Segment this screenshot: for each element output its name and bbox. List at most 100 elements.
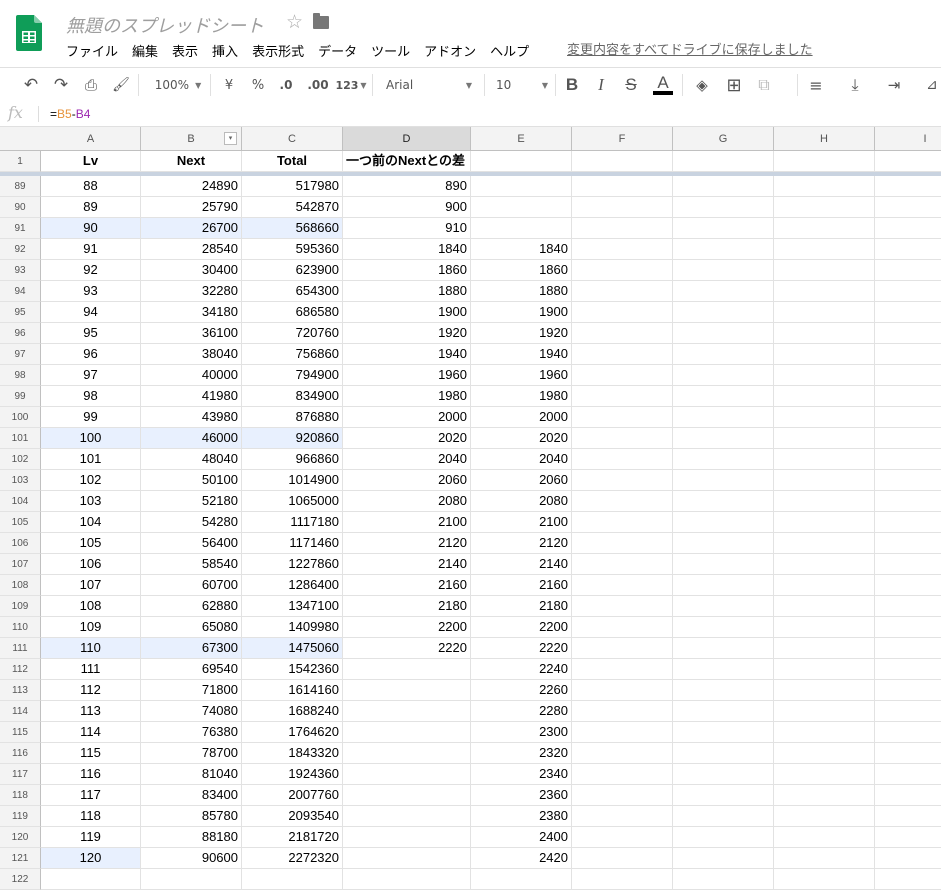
cell-c[interactable]: 1924360 bbox=[242, 764, 343, 785]
cell-h[interactable] bbox=[774, 575, 875, 596]
row-header[interactable]: 91 bbox=[0, 218, 41, 239]
cell-d[interactable] bbox=[343, 848, 471, 869]
cell-a[interactable]: 92 bbox=[41, 260, 141, 281]
cell-c[interactable]: 1475060 bbox=[242, 638, 343, 659]
cell-g[interactable] bbox=[673, 659, 774, 680]
cell-f[interactable] bbox=[572, 743, 673, 764]
cell-c[interactable]: 686580 bbox=[242, 302, 343, 323]
row-header[interactable]: 115 bbox=[0, 722, 41, 743]
cell-d[interactable]: 1980 bbox=[343, 386, 471, 407]
cell-f[interactable] bbox=[572, 323, 673, 344]
cell-g[interactable] bbox=[673, 722, 774, 743]
cell-i[interactable] bbox=[875, 533, 941, 554]
menu-help[interactable]: ヘルプ bbox=[490, 41, 529, 60]
cell-g[interactable] bbox=[673, 344, 774, 365]
cell-c[interactable]: 568660 bbox=[242, 218, 343, 239]
cell-i[interactable] bbox=[875, 365, 941, 386]
cell-e[interactable] bbox=[471, 197, 572, 218]
cell-b[interactable]: 36100 bbox=[141, 323, 242, 344]
menu-view[interactable]: 表示 bbox=[172, 41, 198, 60]
cell-g[interactable] bbox=[673, 449, 774, 470]
cell-a[interactable]: 100 bbox=[41, 428, 141, 449]
cell-e[interactable]: 2100 bbox=[471, 512, 572, 533]
cell-a[interactable]: 102 bbox=[41, 470, 141, 491]
cell-i[interactable] bbox=[875, 764, 941, 785]
cell-i[interactable] bbox=[875, 344, 941, 365]
cell-b[interactable]: Next bbox=[141, 151, 242, 172]
row-header[interactable]: 122 bbox=[0, 869, 41, 890]
cell-a[interactable]: 98 bbox=[41, 386, 141, 407]
row-header[interactable]: 111 bbox=[0, 638, 41, 659]
cell-d[interactable]: 1860 bbox=[343, 260, 471, 281]
cell-b[interactable]: 78700 bbox=[141, 743, 242, 764]
borders-icon[interactable]: ⊞ bbox=[722, 68, 746, 102]
cell-f[interactable] bbox=[572, 281, 673, 302]
cell-e[interactable]: 1980 bbox=[471, 386, 572, 407]
cell-c[interactable]: 1347100 bbox=[242, 596, 343, 617]
row-header[interactable]: 99 bbox=[0, 386, 41, 407]
cell-a[interactable]: 109 bbox=[41, 617, 141, 638]
cell-a[interactable]: 120 bbox=[41, 848, 141, 869]
cell-h[interactable] bbox=[774, 680, 875, 701]
bold-icon[interactable]: B bbox=[560, 68, 584, 102]
cell-h[interactable] bbox=[774, 869, 875, 890]
row-header[interactable]: 113 bbox=[0, 680, 41, 701]
menu-data[interactable]: データ bbox=[318, 41, 357, 60]
currency-button[interactable]: ¥ bbox=[220, 68, 238, 102]
cell-f[interactable] bbox=[572, 701, 673, 722]
cell-a[interactable]: 110 bbox=[41, 638, 141, 659]
cell-i[interactable] bbox=[875, 722, 941, 743]
cell-e[interactable]: 1900 bbox=[471, 302, 572, 323]
cell-g[interactable] bbox=[673, 470, 774, 491]
cell-a[interactable]: 93 bbox=[41, 281, 141, 302]
row-header[interactable]: 98 bbox=[0, 365, 41, 386]
cell-f[interactable] bbox=[572, 151, 673, 172]
menu-format[interactable]: 表示形式 bbox=[252, 41, 304, 60]
cell-e[interactable]: 2040 bbox=[471, 449, 572, 470]
cell-c[interactable]: 1065000 bbox=[242, 491, 343, 512]
cell-f[interactable] bbox=[572, 302, 673, 323]
row-header[interactable]: 108 bbox=[0, 575, 41, 596]
cell-a[interactable]: 105 bbox=[41, 533, 141, 554]
redo-icon[interactable]: ↷ bbox=[49, 68, 73, 102]
cell-a[interactable]: 101 bbox=[41, 449, 141, 470]
cell-g[interactable] bbox=[673, 197, 774, 218]
cell-f[interactable] bbox=[572, 407, 673, 428]
cell-a[interactable]: 115 bbox=[41, 743, 141, 764]
cell-b[interactable]: 28540 bbox=[141, 239, 242, 260]
row-header[interactable]: 106 bbox=[0, 533, 41, 554]
cell-e[interactable]: 2240 bbox=[471, 659, 572, 680]
cell-h[interactable] bbox=[774, 722, 875, 743]
cell-f[interactable] bbox=[572, 785, 673, 806]
cell-b[interactable]: 25790 bbox=[141, 197, 242, 218]
cell-a[interactable]: 89 bbox=[41, 197, 141, 218]
cell-a[interactable]: 88 bbox=[41, 176, 141, 197]
cell-c[interactable]: 834900 bbox=[242, 386, 343, 407]
cell-d[interactable] bbox=[343, 680, 471, 701]
cell-h[interactable] bbox=[774, 596, 875, 617]
cell-e[interactable]: 1880 bbox=[471, 281, 572, 302]
cell-i[interactable] bbox=[875, 428, 941, 449]
cell-c[interactable]: 920860 bbox=[242, 428, 343, 449]
cell-e[interactable]: 1840 bbox=[471, 239, 572, 260]
cell-h[interactable] bbox=[774, 470, 875, 491]
cell-h[interactable] bbox=[774, 512, 875, 533]
cell-c[interactable]: 542870 bbox=[242, 197, 343, 218]
cell-f[interactable] bbox=[572, 449, 673, 470]
cell-h[interactable] bbox=[774, 428, 875, 449]
column-header-d[interactable]: D bbox=[343, 127, 471, 150]
cell-h[interactable] bbox=[774, 239, 875, 260]
cell-e[interactable]: 2060 bbox=[471, 470, 572, 491]
text-rotation-icon[interactable]: ⊿ bbox=[920, 68, 941, 102]
row-header[interactable]: 119 bbox=[0, 806, 41, 827]
cell-d[interactable]: 2220 bbox=[343, 638, 471, 659]
cell-h[interactable] bbox=[774, 701, 875, 722]
row-header[interactable]: 90 bbox=[0, 197, 41, 218]
cell-f[interactable] bbox=[572, 197, 673, 218]
cell-e[interactable] bbox=[471, 176, 572, 197]
cell-i[interactable] bbox=[875, 659, 941, 680]
cell-b[interactable]: 43980 bbox=[141, 407, 242, 428]
cell-e[interactable]: 2220 bbox=[471, 638, 572, 659]
cell-i[interactable] bbox=[875, 743, 941, 764]
cell-h[interactable] bbox=[774, 827, 875, 848]
